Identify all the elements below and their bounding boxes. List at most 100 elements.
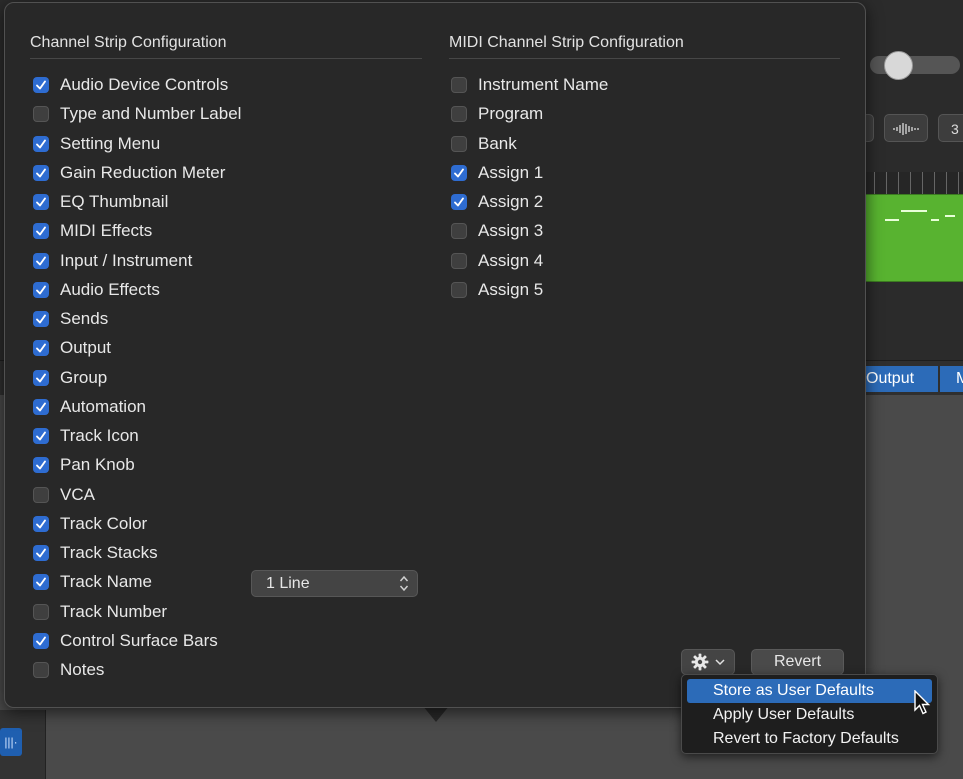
checkbox-row-track-number[interactable]: Track Number [33, 600, 167, 624]
checkbox-midi-effects[interactable] [33, 223, 49, 240]
checkmark-icon [36, 343, 46, 353]
midi-note [931, 219, 939, 221]
output-button[interactable]: Output [862, 366, 938, 392]
checkbox-label: Assign 5 [478, 279, 544, 299]
checkbox-assign-3[interactable] [451, 223, 467, 240]
checkbox-row-control-surface-bars[interactable]: Control Surface Bars [33, 629, 218, 653]
checkmark-icon [36, 548, 46, 558]
midi-channel-strip-config-title: MIDI Channel Strip Configuration [449, 34, 684, 51]
checkbox-row-type-and-number-label[interactable]: Type and Number Label [33, 102, 241, 126]
checkbox-row-audio-effects[interactable]: Audio Effects [33, 278, 160, 302]
checkbox-gain-reduction-meter[interactable] [33, 164, 49, 181]
output-button-2[interactable]: M [940, 366, 963, 392]
checkbox-track-icon[interactable] [33, 428, 49, 444]
checkbox-automation[interactable] [33, 398, 49, 415]
checkbox-row-pan-knob[interactable]: Pan Knob [33, 453, 135, 477]
checkmark-icon [36, 197, 46, 207]
checkbox-row-setting-menu[interactable]: Setting Menu [33, 132, 160, 156]
checkbox-row-automation[interactable]: Automation [33, 395, 146, 419]
checkbox-assign-5[interactable] [451, 281, 467, 298]
checkbox-control-surface-bars[interactable] [33, 632, 49, 649]
checkbox-type-and-number-label[interactable] [33, 106, 49, 123]
checkbox-label: MIDI Effects [60, 221, 153, 241]
checkbox-program[interactable] [451, 106, 467, 123]
midi-note [945, 215, 955, 217]
checkmark-icon [36, 80, 46, 90]
checkbox-row-track-name[interactable]: Track Name [33, 570, 152, 594]
checkbox-assign-1[interactable] [451, 164, 467, 181]
checkbox-label: Notes [60, 660, 105, 679]
checkbox-instrument-name[interactable] [451, 77, 467, 93]
checkbox-row-midi-effects[interactable]: MIDI Effects [33, 219, 152, 243]
timeline-ruler [862, 172, 963, 194]
checkbox-label: Track Number [60, 601, 168, 621]
checkbox-label: Track Color [60, 513, 148, 533]
track-name-lines-select[interactable]: 1 Line [251, 570, 418, 597]
checkbox-row-input-instrument[interactable]: Input / Instrument [33, 249, 192, 273]
checkbox-row-track-color[interactable]: Track Color [33, 512, 147, 536]
waveform-button[interactable] [884, 114, 928, 142]
checkbox-row-assign-2[interactable]: Assign 2 [451, 190, 543, 214]
checkbox-row-track-stacks[interactable]: Track Stacks [33, 541, 158, 565]
menu-item-store-as-user-defaults[interactable]: Store as User Defaults [687, 679, 932, 703]
checkbox-label: Assign 3 [478, 221, 544, 241]
checkbox-row-vca[interactable]: VCA [33, 483, 95, 507]
checkbox-row-eq-thumbnail[interactable]: EQ Thumbnail [33, 190, 168, 214]
track-name-lines-value: 1 Line [266, 575, 310, 592]
checkbox-label: VCA [60, 484, 95, 504]
menu-item-apply-user-defaults[interactable]: Apply User Defaults [687, 703, 932, 727]
checkbox-row-assign-3[interactable]: Assign 3 [451, 219, 543, 243]
checkbox-input-instrument[interactable] [33, 252, 49, 269]
checkbox-label: Audio Device Controls [60, 75, 229, 94]
checkbox-row-notes[interactable]: Notes [33, 658, 104, 682]
checkbox-setting-menu[interactable] [33, 135, 49, 152]
checkbox-row-sends[interactable]: Sends [33, 307, 108, 331]
checkbox-row-bank[interactable]: Bank [451, 132, 517, 156]
checkbox-row-assign-4[interactable]: Assign 4 [451, 249, 543, 273]
checkbox-notes[interactable] [33, 662, 49, 678]
checkbox-bank[interactable] [451, 135, 467, 152]
checkbox-label: Setting Menu [60, 133, 161, 153]
checkbox-row-output[interactable]: Output [33, 336, 111, 360]
checkbox-vca[interactable] [33, 486, 49, 503]
checkbox-label: Track Icon [60, 426, 139, 445]
gear-menu-button[interactable] [681, 649, 735, 675]
gear-dropdown-menu: Store as User Defaults Apply User Default… [681, 674, 938, 754]
checkbox-group[interactable] [33, 369, 49, 386]
checkbox-row-instrument-name[interactable]: Instrument Name [451, 73, 608, 97]
channel-strip-config-popover: Channel Strip Configuration MIDI Channel… [4, 2, 866, 708]
checkbox-assign-4[interactable] [451, 252, 467, 269]
midi-region[interactable] [864, 194, 963, 282]
revert-button[interactable]: Revert [751, 649, 844, 675]
checkbox-sends[interactable] [33, 311, 49, 327]
checkbox-track-name[interactable] [33, 574, 49, 591]
waveform-toggle-button[interactable]: |||· [0, 728, 22, 756]
checkbox-assign-2[interactable] [451, 194, 467, 210]
checkbox-label: Instrument Name [478, 75, 609, 94]
checkbox-row-assign-5[interactable]: Assign 5 [451, 278, 543, 302]
checkbox-track-number[interactable] [33, 603, 49, 620]
checkmark-icon [36, 636, 46, 646]
background-number-button[interactable]: 3 [938, 114, 963, 142]
checkbox-audio-effects[interactable] [33, 281, 49, 298]
checkbox-row-gain-reduction-meter[interactable]: Gain Reduction Meter [33, 161, 225, 185]
checkbox-row-track-icon[interactable]: Track Icon [33, 424, 139, 448]
mouse-pointer-icon [914, 690, 931, 715]
menu-item-revert-to-factory-defaults[interactable]: Revert to Factory Defaults [687, 727, 932, 751]
checkbox-pan-knob[interactable] [33, 457, 49, 474]
checkbox-output[interactable] [33, 340, 49, 357]
checkbox-track-stacks[interactable] [33, 545, 49, 561]
checkmark-icon [36, 168, 46, 178]
checkbox-audio-device-controls[interactable] [33, 77, 49, 93]
checkmark-icon [36, 256, 46, 265]
checkmark-icon [36, 460, 46, 470]
checkbox-eq-thumbnail[interactable] [33, 194, 49, 210]
checkbox-row-audio-device-controls[interactable]: Audio Device Controls [33, 73, 228, 97]
checkbox-row-program[interactable]: Program [451, 102, 543, 126]
checkbox-label: Input / Instrument [60, 250, 193, 270]
checkbox-row-group[interactable]: Group [33, 366, 107, 390]
checkbox-track-color[interactable] [33, 515, 49, 532]
checkbox-row-assign-1[interactable]: Assign 1 [451, 161, 543, 185]
volume-slider-knob[interactable] [884, 51, 913, 80]
checkbox-label: Group [60, 367, 108, 387]
